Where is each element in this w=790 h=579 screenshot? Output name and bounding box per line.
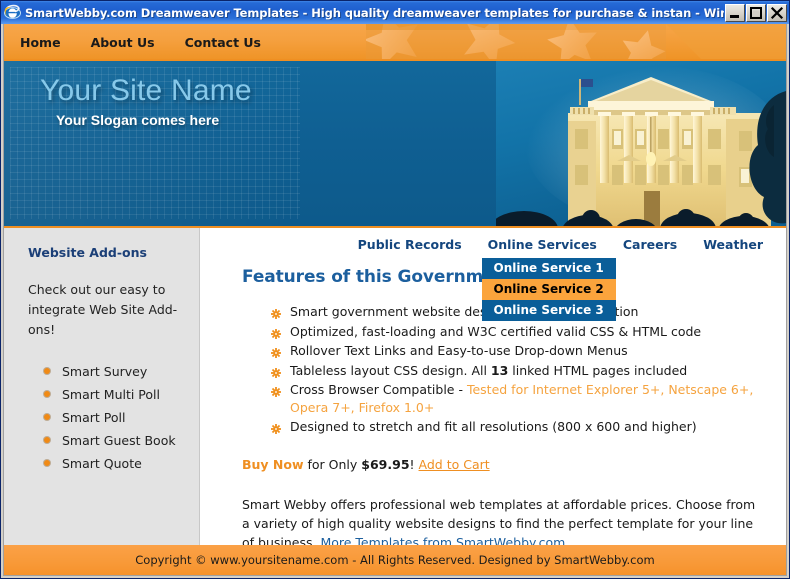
subnav-item-online-services[interactable]: Online Services Online Service 1 Online … xyxy=(481,234,616,321)
gear-bullet-icon xyxy=(271,365,281,383)
for-only-label: for Only xyxy=(303,456,362,472)
feature-text: Designed to stretch and fit all resoluti… xyxy=(290,419,697,434)
nav-item-about-us[interactable]: About Us xyxy=(91,32,155,51)
feature-text: Optimized, fast-loading and W3C certifie… xyxy=(290,323,702,339)
exclamation: ! xyxy=(409,456,415,472)
sidebar-item-smart-guest-book[interactable]: Smart Guest Book xyxy=(62,433,176,448)
body-area: Website Add-ons Check out our easy to in… xyxy=(4,228,786,550)
window-titlebar: SmartWebby.com Dreamweaver Templates - H… xyxy=(1,1,789,24)
company-blurb: Smart Webby offers professional web temp… xyxy=(242,495,764,552)
list-item: Optimized, fast-loading and W3C certifie… xyxy=(271,323,764,341)
bullet-dot-icon xyxy=(44,414,50,420)
bullet-dot-icon xyxy=(44,437,50,443)
list-item[interactable]: Smart Poll xyxy=(44,408,185,427)
site-slogan: Your Slogan comes here xyxy=(56,112,220,128)
sidebar-item-smart-poll[interactable]: Smart Poll xyxy=(62,410,125,425)
subnav-link-weather[interactable]: Weather xyxy=(703,237,763,252)
sidebar-item-smart-quote[interactable]: Smart Quote xyxy=(62,456,142,471)
nav-link-about-us[interactable]: About Us xyxy=(91,35,155,50)
close-button[interactable] xyxy=(767,3,787,22)
list-item[interactable]: Smart Survey xyxy=(44,362,185,381)
list-item: Tableless layout CSS design. All 13 link… xyxy=(271,362,764,380)
primary-nav-list: Home About Us Contact Us xyxy=(4,24,786,59)
subnav-item-careers[interactable]: Careers xyxy=(623,234,677,253)
gear-bullet-icon xyxy=(271,326,281,344)
white-house-photo xyxy=(496,61,786,226)
sidebar-heading: Website Add-ons xyxy=(28,245,147,260)
subnav-link-online-services[interactable]: Online Services xyxy=(488,237,597,252)
nav-item-contact-us[interactable]: Contact Us xyxy=(185,32,261,51)
minimize-button[interactable] xyxy=(725,3,745,22)
buy-now-line: Buy Now for Only $69.95! Add to Cart xyxy=(242,457,764,472)
subnav-item-weather[interactable]: Weather xyxy=(703,234,763,253)
page-viewport: Home About Us Contact Us Your Site Name … xyxy=(3,24,787,576)
window-title: SmartWebby.com Dreamweaver Templates - H… xyxy=(25,5,724,20)
sidebar-addon-list: Smart Survey Smart Multi Poll Smart Poll… xyxy=(28,362,185,473)
nav-link-home[interactable]: Home xyxy=(20,35,61,50)
bullet-dot-icon xyxy=(44,391,50,397)
dropdown-item-online-service-1[interactable]: Online Service 1 xyxy=(481,257,616,279)
internet-explorer-icon xyxy=(4,4,21,21)
feature-page-count: 13 xyxy=(490,362,509,378)
features-list: Smart government website design with nea… xyxy=(242,303,764,436)
gear-bullet-icon xyxy=(271,306,281,324)
online-services-dropdown-menu: Online Service 1 Online Service 2 Online… xyxy=(481,257,616,321)
dropdown-item-online-service-2[interactable]: Online Service 2 xyxy=(481,278,616,300)
nav-link-contact-us[interactable]: Contact Us xyxy=(185,35,261,50)
subnav-link-public-records[interactable]: Public Records xyxy=(358,237,462,252)
sidebar-item-smart-survey[interactable]: Smart Survey xyxy=(62,364,147,379)
restore-button[interactable] xyxy=(746,3,766,22)
page-footer: Copyright © www.yoursitename.com - All R… xyxy=(4,545,786,575)
gear-bullet-icon xyxy=(271,421,281,439)
list-item: Designed to stretch and fit all resoluti… xyxy=(271,418,764,436)
list-item[interactable]: Smart Multi Poll xyxy=(44,385,185,404)
list-item: Rollover Text Links and Easy-to-use Drop… xyxy=(271,342,764,360)
sidebar-intro: Check out our easy to integrate Web Site… xyxy=(28,282,178,337)
feature-text: Rollover Text Links and Easy-to-use Drop… xyxy=(290,343,628,358)
price-value: $69.95 xyxy=(361,456,410,472)
hero-banner: Your Site Name Your Slogan comes here xyxy=(4,59,786,228)
gear-bullet-icon xyxy=(271,345,281,363)
subnav-link-careers[interactable]: Careers xyxy=(623,237,677,252)
feature-text-post: linked HTML pages included xyxy=(508,362,688,378)
primary-navigation: Home About Us Contact Us xyxy=(4,24,786,59)
list-item[interactable]: Smart Guest Book xyxy=(44,431,185,450)
main-content: Public Records Online Services Online Se… xyxy=(201,228,786,550)
bullet-dot-icon xyxy=(44,460,50,466)
list-item: Cross Browser Compatible - Tested for In… xyxy=(271,381,764,416)
subnav-item-public-records[interactable]: Public Records xyxy=(358,234,462,253)
add-to-cart-link[interactable]: Add to Cart xyxy=(419,457,490,472)
copyright-text: Copyright © www.yoursitename.com - All R… xyxy=(135,553,655,567)
dropdown-item-online-service-3[interactable]: Online Service 3 xyxy=(481,299,616,321)
bullet-dot-icon xyxy=(44,368,50,374)
site-name: Your Site Name xyxy=(40,74,252,107)
sidebar-item-smart-multi-poll[interactable]: Smart Multi Poll xyxy=(62,387,160,402)
feature-text-pre: Tableless layout CSS design. All xyxy=(290,362,491,378)
nav-item-home[interactable]: Home xyxy=(20,32,61,51)
buy-now-label: Buy Now xyxy=(242,456,304,472)
browser-window: SmartWebby.com Dreamweaver Templates - H… xyxy=(0,0,790,579)
gear-bullet-icon xyxy=(271,384,281,402)
list-item[interactable]: Smart Quote xyxy=(44,454,185,473)
secondary-navigation: Public Records Online Services Online Se… xyxy=(242,228,764,321)
sidebar: Website Add-ons Check out our easy to in… xyxy=(4,228,200,546)
feature-text-pre: Cross Browser Compatible - xyxy=(290,382,467,397)
